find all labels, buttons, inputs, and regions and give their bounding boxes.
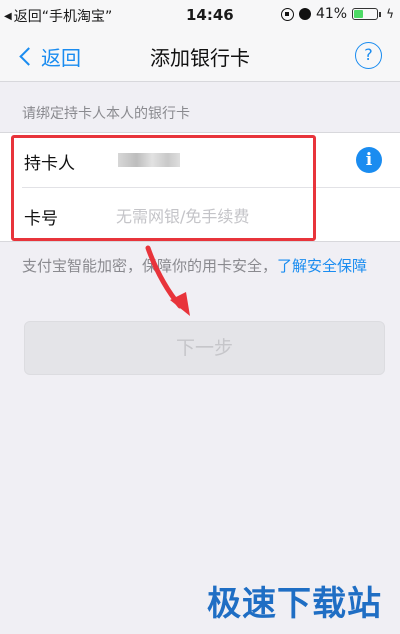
security-note-text: 支付宝智能加密，保障你的用卡安全， [22,257,278,275]
next-step-button[interactable]: 下一步 [24,321,385,375]
alarm-icon [298,8,311,20]
arrow-head [170,292,190,316]
card-form: 持卡人 i 卡号 [0,132,400,242]
back-triangle-icon: ◀ [4,10,12,22]
battery-level-fill [354,10,363,18]
back-to-app-link[interactable]: ◀ 返回“手机淘宝” [4,6,112,26]
watermark: 极速下载站 [207,584,382,624]
section-header: 请绑定持卡人本人的银行卡 [22,106,190,122]
navigation-bar: 返回 添加银行卡 ? [0,30,400,82]
help-icon[interactable]: ? [355,42,382,69]
security-note: 支付宝智能加密，保障你的用卡安全，了解安全保障 [22,256,382,276]
card-number-label: 卡号 [24,209,58,229]
back-to-app-label: 返回“手机淘宝” [13,9,113,25]
cardholder-name-masked [118,153,180,167]
security-info-link[interactable]: 了解安全保障 [277,257,367,275]
battery-icon [352,8,379,20]
cardholder-label: 持卡人 [24,154,75,174]
card-number-input[interactable] [116,203,356,229]
rotation-lock-icon [280,7,294,21]
cardholder-row: 持卡人 i [0,133,400,187]
info-icon[interactable]: i [356,147,382,173]
status-time: 14:46 [186,6,234,24]
status-bar: ◀ 返回“手机淘宝” 14:46 41% ϟ [0,0,400,30]
page-title: 添加银行卡 [150,46,250,70]
annotation-arrow [145,245,190,316]
battery-percent: 41% [315,6,348,22]
card-number-row: 卡号 [0,188,400,242]
status-indicators: 41% ϟ [280,6,394,22]
charging-bolt-icon: ϟ [386,7,394,21]
battery-tip [379,11,382,17]
